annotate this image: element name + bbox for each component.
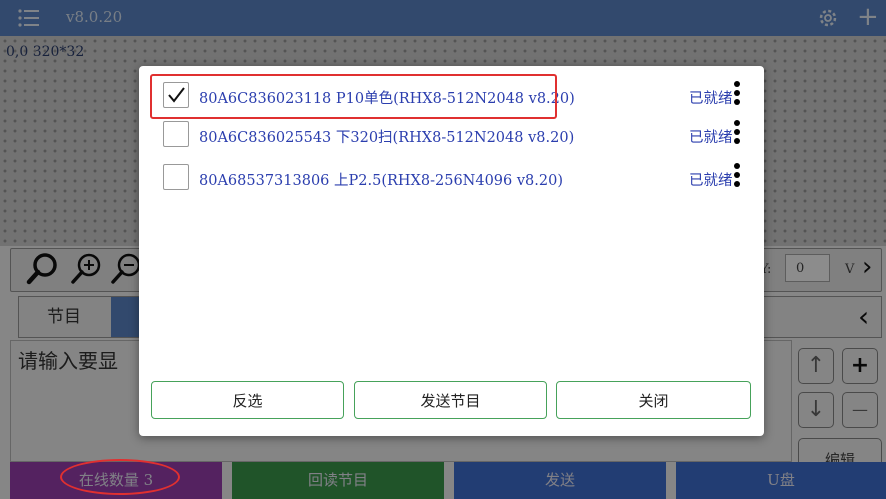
more-vertical-icon[interactable] — [734, 81, 742, 113]
close-button[interactable]: 关闭 — [556, 381, 751, 419]
device-row[interactable]: 80A68537313806 上P2.5(RHX8-256N4096 v8.20… — [159, 157, 749, 201]
device-checkbox[interactable] — [163, 164, 189, 190]
online-count-highlight — [60, 459, 180, 495]
device-status: 已就绪 — [689, 130, 733, 146]
more-vertical-icon[interactable] — [734, 163, 742, 195]
device-checkbox[interactable] — [163, 121, 189, 147]
send-program-button[interactable]: 发送节目 — [354, 381, 547, 419]
invert-selection-button[interactable]: 反选 — [151, 381, 344, 419]
device-status: 已就绪 — [689, 91, 733, 107]
selected-device-highlight — [150, 74, 557, 119]
device-label: 80A68537313806 上P2.5(RHX8-256N4096 v8.20… — [199, 173, 564, 189]
device-label: 80A6C836025543 下320扫(RHX8-512N2048 v8.20… — [199, 130, 575, 146]
more-vertical-icon[interactable] — [734, 120, 742, 152]
device-select-dialog: 80A6C836023118 P10单色(RHX8-512N2048 v8.20… — [139, 66, 764, 436]
device-row[interactable]: 80A6C836025543 下320扫(RHX8-512N2048 v8.20… — [159, 114, 749, 158]
device-status: 已就绪 — [689, 173, 733, 189]
